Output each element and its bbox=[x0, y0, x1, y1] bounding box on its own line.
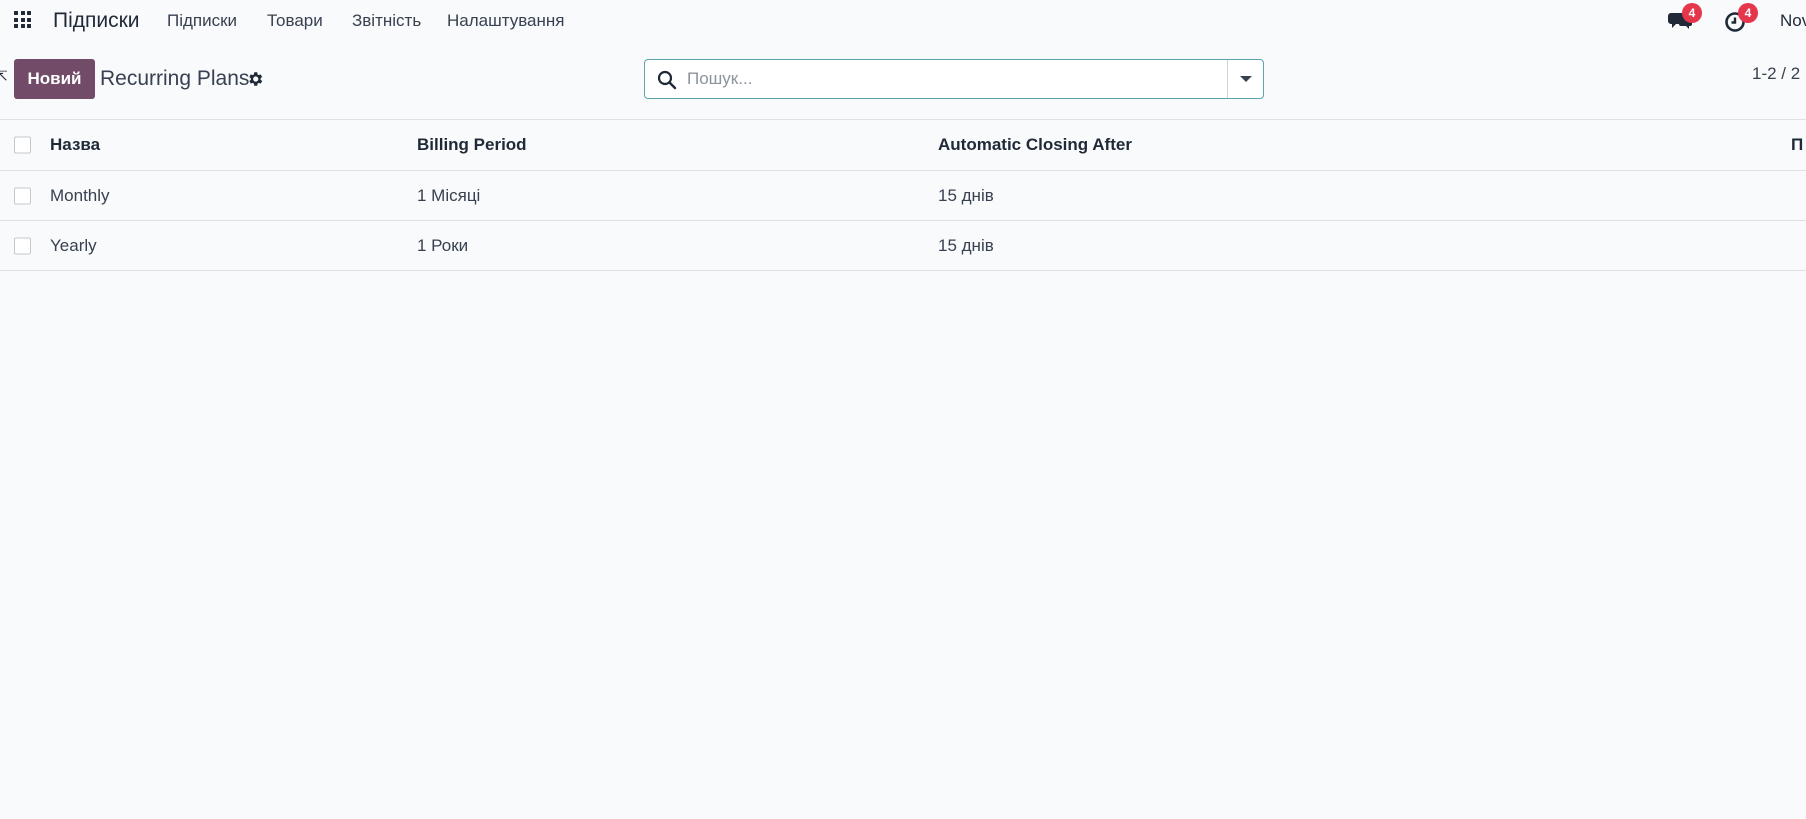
activities-badge: 4 bbox=[1738, 3, 1758, 23]
menu-item-reporting[interactable]: Звітність bbox=[352, 11, 421, 31]
apps-grid-icon[interactable] bbox=[14, 11, 31, 28]
column-header-billing-period[interactable]: Billing Period bbox=[417, 135, 527, 155]
menu-item-subscriptions[interactable]: Підписки bbox=[167, 11, 237, 31]
table-row[interactable]: Monthly 1 Місяці 15 днів bbox=[0, 171, 1806, 221]
row-checkbox[interactable] bbox=[14, 187, 31, 204]
table-header-row: Назва Billing Period Automatic Closing A… bbox=[0, 119, 1806, 171]
search-input[interactable] bbox=[685, 64, 1215, 94]
column-header-name[interactable]: Назва bbox=[50, 135, 100, 155]
cell-name: Yearly bbox=[50, 235, 97, 255]
activities-button[interactable]: 4 bbox=[1724, 3, 1758, 33]
row-checkbox[interactable] bbox=[14, 237, 31, 254]
app-brand[interactable]: Підписки bbox=[53, 9, 140, 33]
select-all-checkbox[interactable] bbox=[14, 136, 31, 154]
search-bar bbox=[644, 59, 1264, 99]
cell-billing-period: 1 Місяці bbox=[417, 185, 481, 205]
new-button[interactable]: Новий bbox=[14, 59, 95, 99]
cell-billing-period: 1 Роки bbox=[417, 235, 469, 255]
column-header-truncated[interactable]: П bbox=[1791, 135, 1803, 155]
search-options-toggle[interactable] bbox=[1227, 60, 1263, 98]
cell-name: Monthly bbox=[50, 185, 110, 205]
mouse-cursor-icon: ⇱ bbox=[0, 68, 8, 84]
page-title: Recurring Plans bbox=[100, 67, 250, 90]
top-navbar: Підписки Підписки Товари Звітність Налаш… bbox=[0, 0, 1806, 43]
messages-button[interactable]: 4 bbox=[1668, 3, 1702, 33]
table-row[interactable]: Yearly 1 Роки 15 днів bbox=[0, 221, 1806, 271]
menu-item-products[interactable]: Товари bbox=[267, 11, 323, 31]
cell-closing-after: 15 днів bbox=[938, 235, 994, 255]
pager-value[interactable]: 1-2 / 2 bbox=[1752, 64, 1800, 84]
gear-icon[interactable] bbox=[246, 70, 264, 88]
list-table: Назва Billing Period Automatic Closing A… bbox=[0, 119, 1806, 271]
cell-closing-after: 15 днів bbox=[938, 185, 994, 205]
caret-down-icon bbox=[1240, 76, 1252, 82]
messages-badge: 4 bbox=[1682, 3, 1702, 23]
user-menu[interactable]: Nova bbox=[1780, 11, 1806, 31]
search-icon bbox=[657, 70, 677, 90]
menu-item-settings[interactable]: Налаштування bbox=[447, 11, 565, 31]
column-header-closing-after[interactable]: Automatic Closing After bbox=[938, 135, 1132, 155]
